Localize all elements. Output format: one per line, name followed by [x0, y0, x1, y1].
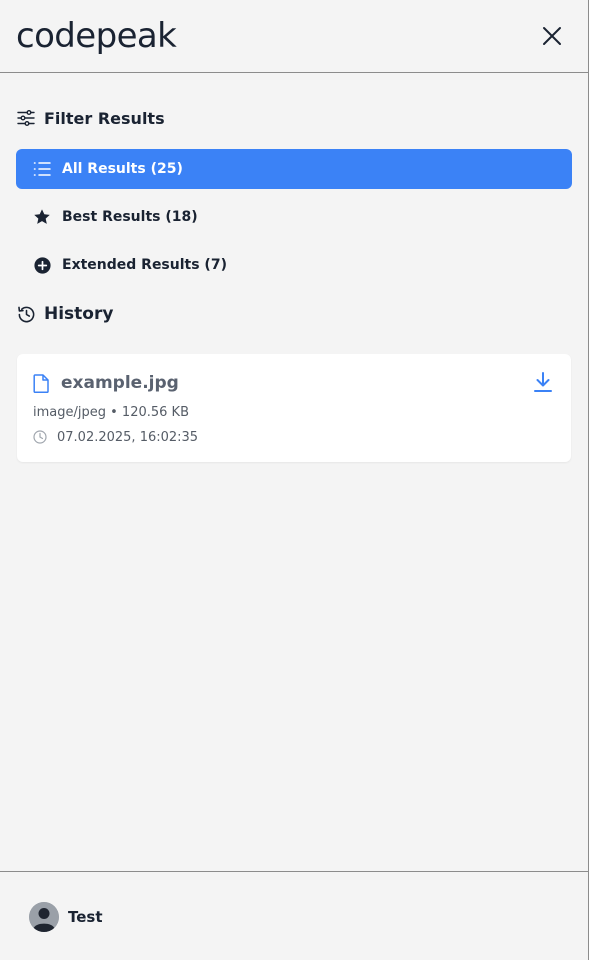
history-entry-card[interactable]: example.jpg image/jpeg • 120.56 KB 07.02… [17, 354, 571, 462]
history-entry-timestamp: 07.02.2025, 16:02:35 [57, 429, 199, 445]
filter-best-label: Best Results (18) [62, 209, 198, 225]
plus-circle-icon [32, 255, 52, 275]
brand-logo: codepeak [16, 16, 177, 56]
header: codepeak [0, 0, 588, 73]
sliders-icon [16, 108, 36, 128]
history-entry-filename: example.jpg [61, 373, 179, 393]
file-icon [33, 373, 51, 393]
filter-all-label: All Results (25) [62, 161, 183, 177]
list-icon [32, 159, 52, 179]
history-entry-meta: image/jpeg • 120.56 KB [33, 405, 189, 420]
clock-icon [33, 429, 49, 445]
sidebar-panel: codepeak Filter Results All Results (25)… [0, 0, 589, 960]
history-entry-time: 07.02.2025, 16:02:35 [33, 429, 198, 445]
download-icon [534, 372, 552, 392]
avatar [29, 902, 59, 932]
filter-all-results[interactable]: All Results (25) [16, 149, 572, 189]
filter-extended-results[interactable]: Extended Results (7) [16, 245, 572, 285]
filter-extended-label: Extended Results (7) [62, 257, 227, 273]
history-entry-title: example.jpg [33, 373, 179, 393]
download-button[interactable] [531, 370, 555, 394]
filter-results-title: Filter Results [44, 108, 165, 128]
history-heading: History [16, 304, 113, 324]
user-icon [29, 902, 59, 932]
footer: Test [0, 871, 588, 960]
star-icon [32, 207, 52, 227]
history-icon [16, 304, 36, 324]
user-profile[interactable]: Test [29, 902, 103, 932]
close-icon [543, 27, 561, 45]
close-button[interactable] [536, 20, 568, 52]
user-name: Test [68, 908, 103, 926]
filter-best-results[interactable]: Best Results (18) [16, 197, 572, 237]
history-title: History [44, 304, 114, 324]
filter-results-heading: Filter Results [16, 108, 165, 128]
